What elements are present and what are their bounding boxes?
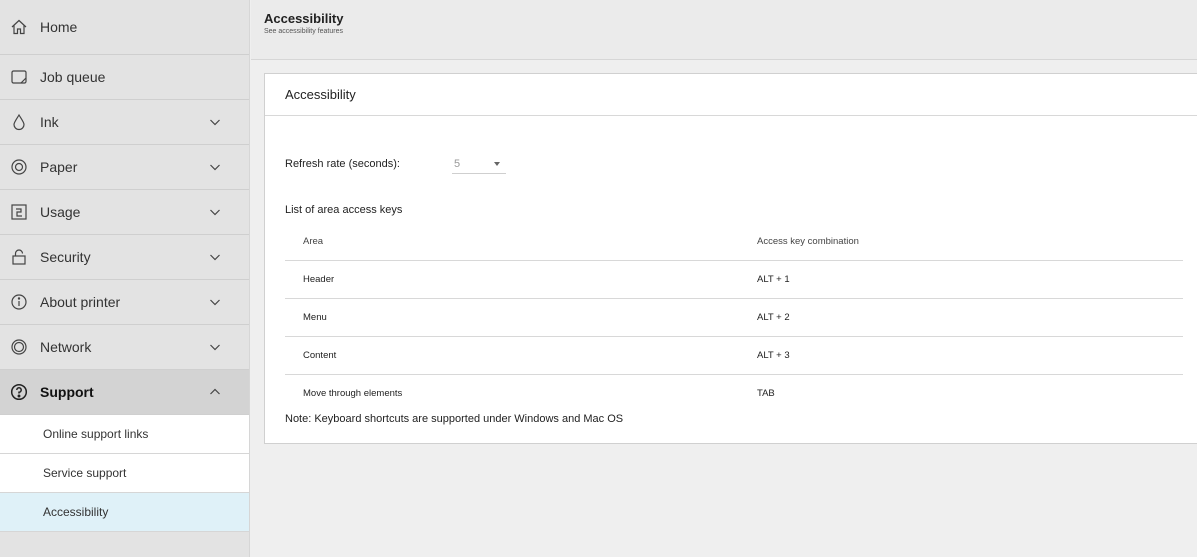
area-cell: Header <box>285 260 757 299</box>
sidebar-item-label: Network <box>40 339 92 355</box>
sidebar-item-label: Home <box>40 19 78 35</box>
area-cell: Menu <box>285 298 757 337</box>
column-header-area: Area <box>285 224 757 261</box>
sidebar-item-security[interactable]: Security <box>0 235 249 280</box>
table-row: Content ALT + 3 <box>285 336 1183 375</box>
usage-icon <box>10 203 28 221</box>
refresh-rate-select[interactable]: 5 <box>451 154 506 174</box>
ink-drop-icon <box>10 113 28 131</box>
sidebar-subitem-service-support[interactable]: Service support <box>0 454 249 493</box>
help-icon <box>10 383 28 401</box>
sidebar-subitem-label: Accessibility <box>43 505 109 519</box>
access-keys-title: List of area access keys <box>285 204 403 216</box>
card-title: Accessibility <box>265 74 1197 116</box>
chevron-down-icon <box>209 341 221 353</box>
chevron-down-icon <box>209 161 221 173</box>
refresh-rate-row: Refresh rate (seconds): 5 <box>285 154 506 174</box>
sidebar-item-home[interactable]: Home <box>0 0 249 55</box>
keys-cell: ALT + 1 <box>757 260 1183 299</box>
network-icon <box>10 338 28 356</box>
page-subtitle: See accessibility features <box>264 28 343 35</box>
sidebar-item-label: Job queue <box>40 69 106 85</box>
table-header-row: Area Access key combination <box>285 224 1183 261</box>
shortcut-note: Note: Keyboard shortcuts are supported u… <box>285 413 624 425</box>
sidebar: Home Job queue Ink Paper Usage Security <box>0 0 250 557</box>
main-content: Accessibility See accessibility features… <box>251 0 1197 557</box>
job-queue-icon <box>10 68 28 86</box>
sidebar-item-about-printer[interactable]: About printer <box>0 280 249 325</box>
sidebar-item-label: Usage <box>40 204 81 220</box>
area-cell: Content <box>285 336 757 375</box>
sidebar-item-label: Ink <box>40 114 59 130</box>
sidebar-subitem-accessibility[interactable]: Accessibility <box>0 493 249 532</box>
sidebar-item-support[interactable]: Support <box>0 370 249 415</box>
sidebar-item-label: Support <box>40 384 94 400</box>
sidebar-item-job-queue[interactable]: Job queue <box>0 55 249 100</box>
chevron-down-icon <box>209 116 221 128</box>
column-header-access-key: Access key combination <box>757 224 1183 261</box>
sidebar-subitem-label: Service support <box>43 466 127 480</box>
sidebar-item-label: About printer <box>40 294 121 310</box>
table-row: Move through elements TAB <box>285 374 1183 412</box>
page-title: Accessibility <box>264 11 344 26</box>
lock-icon <box>10 248 28 266</box>
sidebar-subitem-label: Online support links <box>43 427 149 441</box>
page-header: Accessibility See accessibility features <box>251 0 1197 60</box>
chevron-up-icon <box>209 386 221 398</box>
accessibility-card: Accessibility Refresh rate (seconds): 5 … <box>264 73 1197 444</box>
caret-down-icon <box>493 161 500 166</box>
sidebar-item-ink[interactable]: Ink <box>0 100 249 145</box>
sidebar-subitem-online-support-links[interactable]: Online support links <box>0 415 249 454</box>
refresh-rate-label: Refresh rate (seconds): <box>285 158 400 170</box>
sidebar-item-label: Paper <box>40 159 78 175</box>
chevron-down-icon <box>209 251 221 263</box>
keys-cell: TAB <box>757 387 775 399</box>
paper-roll-icon <box>10 158 28 176</box>
chevron-down-icon <box>209 206 221 218</box>
sidebar-item-paper[interactable]: Paper <box>0 145 249 190</box>
sidebar-item-label: Security <box>40 249 91 265</box>
table-row: Menu ALT + 2 <box>285 298 1183 337</box>
keys-cell: ALT + 3 <box>757 336 1183 375</box>
home-icon <box>10 18 28 36</box>
access-keys-table: Area Access key combination Header ALT +… <box>285 224 1183 412</box>
table-row: Header ALT + 1 <box>285 260 1183 299</box>
area-cell: Move through elements <box>303 387 403 399</box>
refresh-rate-value: 5 <box>453 157 461 170</box>
sidebar-item-network[interactable]: Network <box>0 325 249 370</box>
chevron-down-icon <box>209 296 221 308</box>
keys-cell: ALT + 2 <box>757 298 1183 337</box>
info-icon <box>10 293 28 311</box>
sidebar-item-usage[interactable]: Usage <box>0 190 249 235</box>
